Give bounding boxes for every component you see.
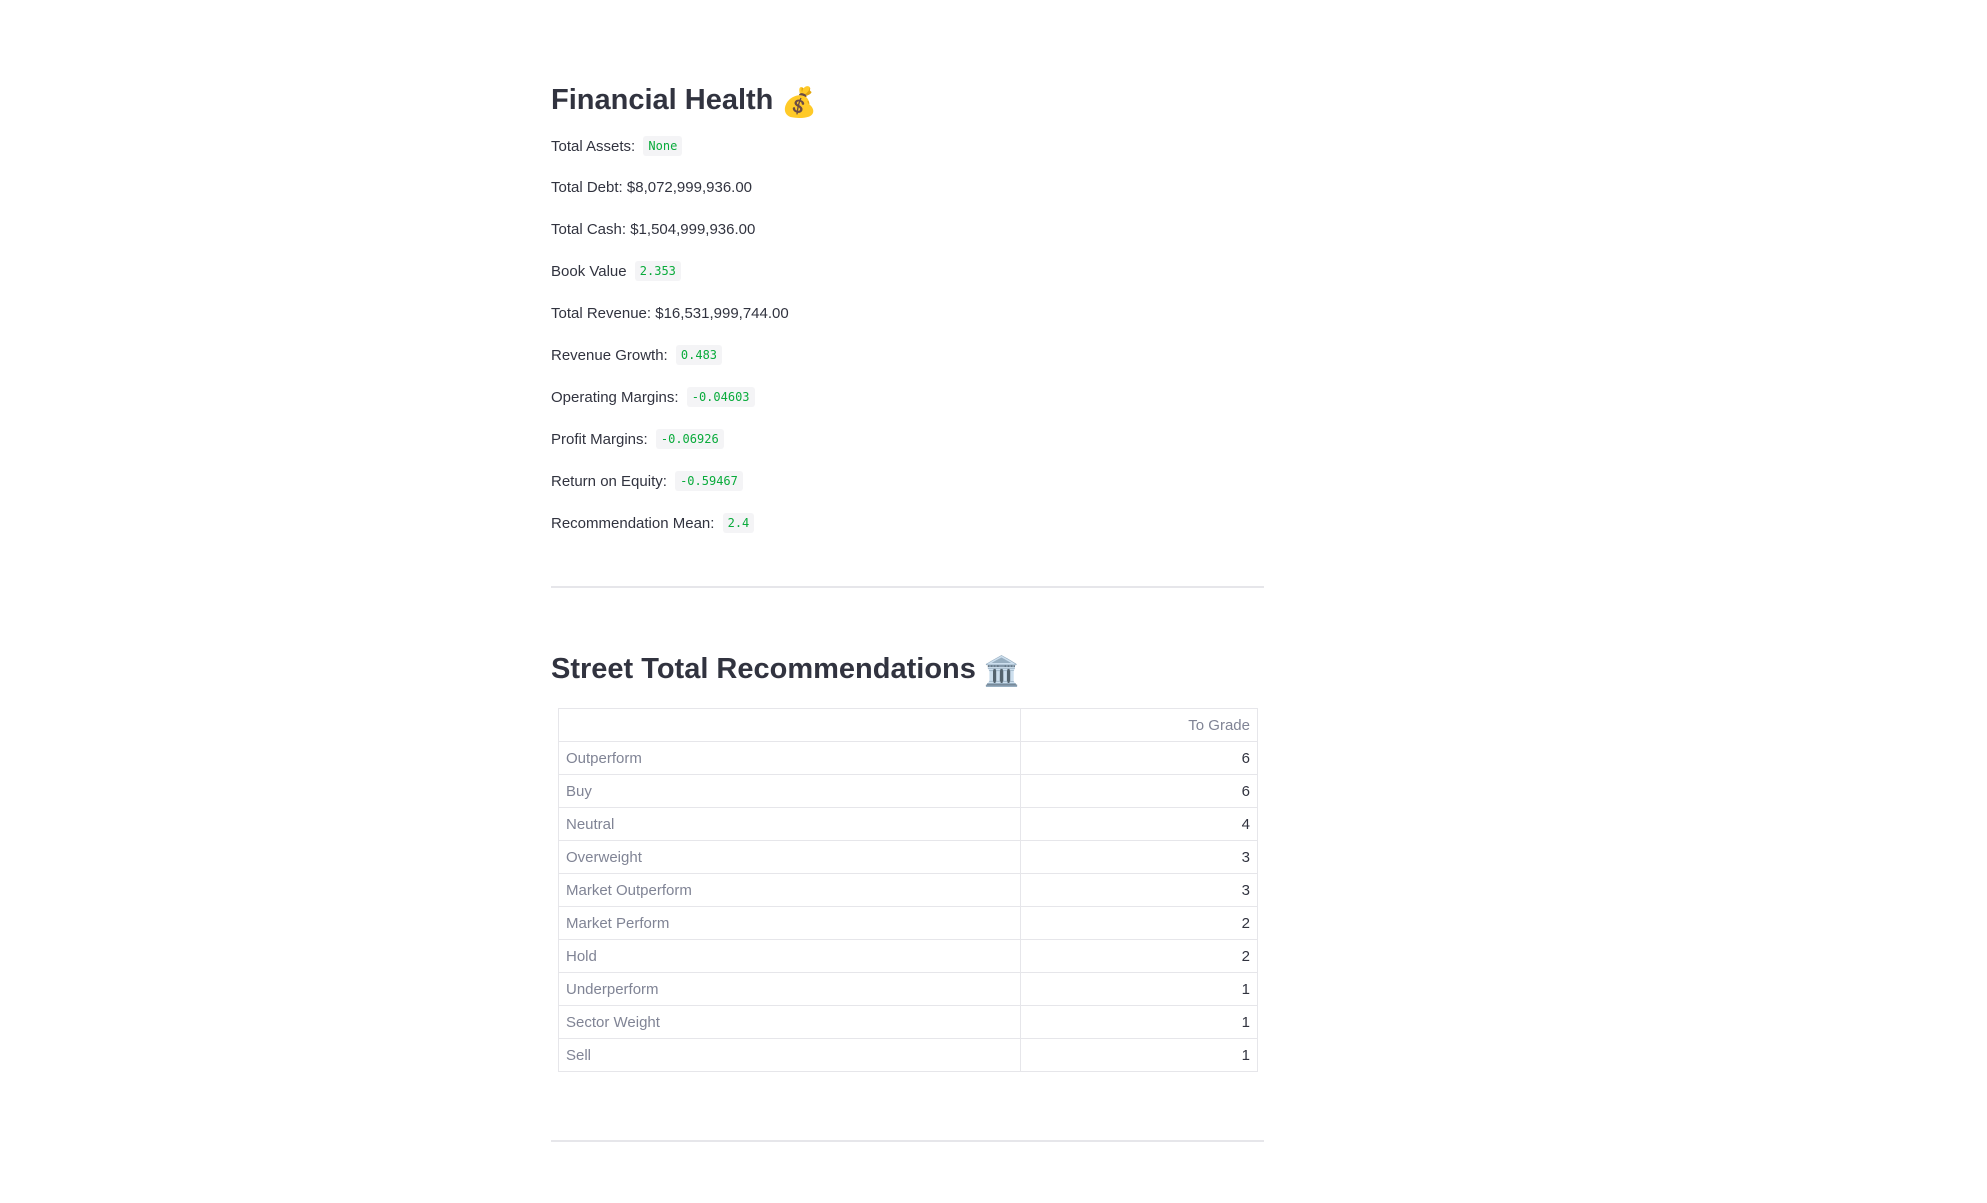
metric-value: 0.483	[675, 345, 723, 365]
table-row: Overweight 3	[558, 840, 1258, 874]
column-header-to-grade[interactable]: To Grade	[1020, 708, 1258, 742]
metric-label: Book Value	[551, 263, 627, 280]
metric-value: -0.04603	[686, 387, 755, 407]
table-row: Market Perform 2	[558, 906, 1258, 940]
metric-label: Total Cash:	[551, 221, 627, 238]
metric-total-assets: Total Assets: None	[551, 136, 683, 156]
metric-label: Revenue Growth:	[551, 347, 668, 364]
table-row: Market Outperform 3	[558, 873, 1258, 907]
recommendations-table[interactable]: To Grade Outperform 6 Buy 6 Neutral 4 Ov…	[558, 708, 1258, 1072]
row-grade[interactable]: Overweight	[558, 840, 1021, 874]
row-count[interactable]: 2	[1020, 906, 1258, 940]
table-row: Outperform 6	[558, 741, 1258, 775]
metric-revenue-growth: Revenue Growth: 0.483	[551, 345, 723, 365]
table-row: Buy 6	[558, 774, 1258, 808]
section-divider	[551, 586, 1264, 588]
row-grade[interactable]: Hold	[558, 939, 1021, 973]
row-grade[interactable]: Underperform	[558, 972, 1021, 1006]
row-count[interactable]: 1	[1020, 972, 1258, 1006]
row-grade[interactable]: Market Perform	[558, 906, 1021, 940]
row-grade[interactable]: Outperform	[558, 741, 1021, 775]
street-recommendations-title: Street Total Recommendations	[551, 653, 976, 685]
table-row: Hold 2	[558, 939, 1258, 973]
row-count[interactable]: 3	[1020, 873, 1258, 907]
table-row: Sector Weight 1	[558, 1005, 1258, 1039]
metric-value: -0.59467	[675, 471, 743, 491]
row-count[interactable]: 1	[1020, 1005, 1258, 1039]
metric-value: -0.06926	[655, 429, 724, 449]
metric-profit-margins: Profit Margins: -0.06926	[551, 429, 724, 449]
money-bag-icon: 💰	[781, 87, 818, 119]
metric-book-value: Book Value 2.353	[551, 261, 681, 281]
row-grade[interactable]: Buy	[558, 774, 1021, 808]
row-grade[interactable]: Neutral	[558, 807, 1021, 841]
metric-label: Total Revenue:	[551, 305, 652, 322]
metric-value: $8,072,999,936.00	[626, 179, 753, 196]
row-grade[interactable]: Sell	[558, 1038, 1021, 1072]
metric-value: $1,504,999,936.00	[630, 221, 756, 238]
metric-label: Total Assets:	[551, 138, 636, 155]
row-count[interactable]: 6	[1020, 741, 1258, 775]
metric-return-on-equity: Return on Equity: -0.59467	[551, 471, 743, 491]
metric-value: None	[643, 136, 683, 156]
metric-label: Return on Equity:	[551, 473, 667, 490]
metric-value: $16,531,999,744.00	[655, 305, 789, 322]
row-count[interactable]: 6	[1020, 774, 1258, 808]
index-header	[558, 708, 1021, 742]
bank-building-icon: 🏛️	[983, 656, 1020, 688]
metric-value: 2.4	[722, 513, 755, 533]
metric-total-cash: Total Cash: $1,504,999,936.00	[551, 222, 755, 237]
financial-health-heading: Financial Health 💰	[551, 86, 818, 118]
row-count[interactable]: 1	[1020, 1038, 1258, 1072]
row-count[interactable]: 4	[1020, 807, 1258, 841]
row-grade[interactable]: Market Outperform	[558, 873, 1021, 907]
metric-label: Profit Margins:	[551, 431, 648, 448]
table-row: Sell 1	[558, 1038, 1258, 1072]
table-row: Underperform 1	[558, 972, 1258, 1006]
row-count[interactable]: 3	[1020, 840, 1258, 874]
street-recommendations-heading: Street Total Recommendations 🏛️	[551, 655, 1020, 687]
row-grade[interactable]: Sector Weight	[558, 1005, 1021, 1039]
metric-label: Total Debt:	[551, 179, 623, 196]
metric-label: Recommendation Mean:	[551, 515, 715, 532]
table-header-row: To Grade	[558, 708, 1258, 742]
financial-health-title: Financial Health	[551, 84, 774, 116]
row-count[interactable]: 2	[1020, 939, 1258, 973]
metric-total-revenue: Total Revenue: $16,531,999,744.00	[551, 306, 789, 321]
table-row: Neutral 4	[558, 807, 1258, 841]
metric-label: Operating Margins:	[551, 389, 679, 406]
metric-operating-margins: Operating Margins: -0.04603	[551, 387, 755, 407]
metric-value: 2.353	[634, 261, 681, 281]
metric-recommendation-mean: Recommendation Mean: 2.4	[551, 513, 755, 533]
metric-total-debt: Total Debt: $8,072,999,936.00	[551, 180, 752, 195]
section-divider	[551, 1140, 1264, 1142]
